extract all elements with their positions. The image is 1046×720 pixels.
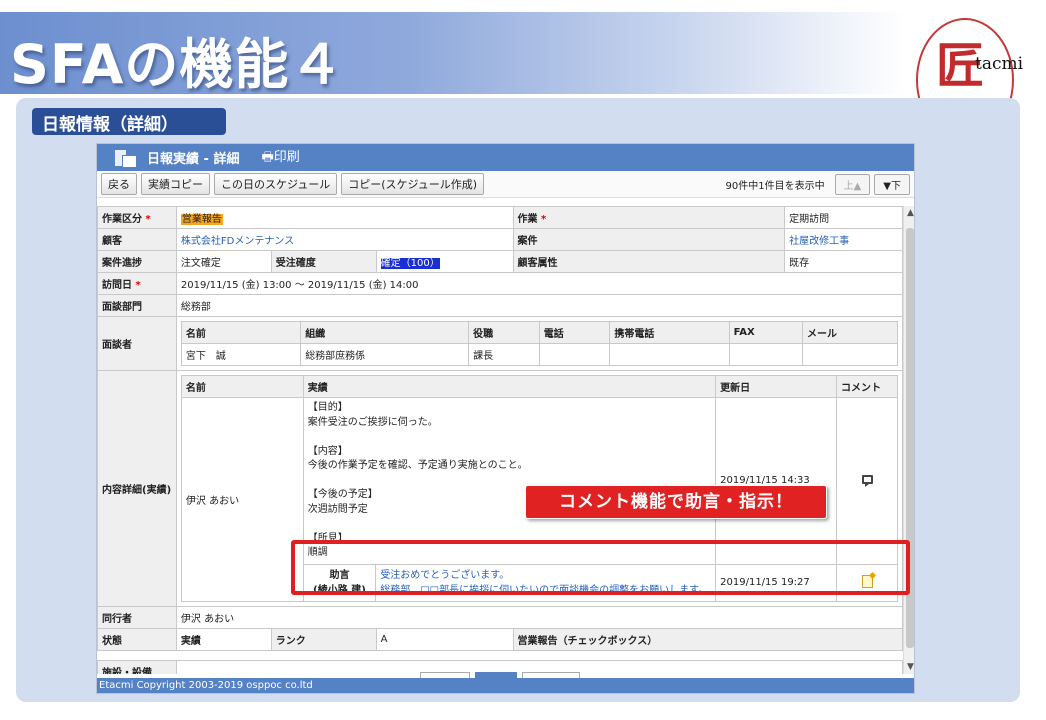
table-row: 面談者 名前 組織 役職 電話 携帯電話 FAX メール 宮下 誠 総務部庶務係…: [97, 316, 903, 371]
reporter-name: 伊沢 あおい: [180, 397, 304, 602]
column-header: メール: [802, 321, 898, 344]
detail-content: 作業区分 * 営業報告 作業 * 定期訪問 顧客 株式会社FDメンテナンス 案件…: [97, 206, 903, 674]
scroll-up-icon[interactable]: ▲: [905, 208, 914, 218]
toolbar: 戻る 実績コピー この日のスケジュール コピー(スケジュール作成) 90件中1件…: [97, 171, 914, 198]
table-cell: [609, 343, 730, 366]
table-cell: 宮下 誠: [180, 343, 302, 366]
field-label: 営業報告（チェックボックス）: [512, 627, 903, 651]
field-label: 施設・設備: [97, 659, 177, 674]
prev-record-button[interactable]: 上▲: [834, 173, 871, 195]
table-cell: [802, 343, 898, 366]
table-row: 案件進捗 注文確定 受注確度 確定（100） 顧客属性 既存: [97, 250, 903, 273]
vertical-scrollbar[interactable]: ▲ ▼: [903, 206, 914, 674]
day-schedule-button[interactable]: この日のスケジュール: [214, 173, 338, 195]
case-link[interactable]: 社屋改修工事: [784, 228, 903, 251]
field-label: 同行者: [97, 605, 177, 629]
field-label: 案件進捗: [97, 250, 177, 273]
column-header: コメント: [836, 375, 898, 398]
field-label: 訪問日 *: [97, 272, 177, 295]
record-count: 90件中1件目を表示中: [725, 180, 825, 192]
column-header: 実績: [302, 375, 717, 398]
field-label: 案件: [512, 228, 786, 251]
work-value: 定期訪問: [784, 206, 903, 229]
window-title: 日報実績 - 詳細: [147, 152, 240, 167]
field-label: 作業 *: [512, 206, 786, 229]
column-header: 更新日: [715, 375, 838, 398]
printer-icon: 🖶: [261, 149, 274, 165]
interviewer-table: 名前 組織 役職 電話 携帯電話 FAX メール 宮下 誠 総務部庶務係 課長: [180, 321, 898, 366]
accuracy-value: 確定（100）: [375, 250, 514, 273]
rank-value: A: [375, 627, 514, 651]
advice-highlight-box: [291, 540, 910, 595]
column-header: 役職: [468, 321, 540, 344]
dept-value: 総務部: [175, 294, 903, 317]
status-value: 実績: [175, 627, 272, 651]
window-header: 日報実績 - 詳細 🖶印刷: [97, 144, 914, 171]
print-button[interactable]: 🖶印刷: [261, 146, 299, 170]
print-label: 印刷: [273, 149, 300, 165]
next-record-button[interactable]: ▼下: [874, 173, 910, 195]
detail-table: 作業区分 * 営業報告 作業 * 定期訪問 顧客 株式会社FDメンテナンス 案件…: [97, 206, 903, 674]
copy-schedule-button[interactable]: コピー(スケジュール作成): [341, 173, 485, 195]
progress-value: 注文確定: [175, 250, 272, 273]
table-cell: [538, 343, 611, 366]
column-header: 名前: [180, 375, 304, 398]
column-header: 電話: [538, 321, 611, 344]
column-header: 携帯電話: [609, 321, 730, 344]
work-type-value: 営業報告: [175, 206, 514, 229]
column-header: 名前: [180, 321, 302, 344]
attr-value: 既存: [784, 250, 903, 273]
section-label: 日報情報（詳細）: [32, 108, 226, 135]
companion-value: 伊沢 あおい: [175, 605, 903, 629]
customer-link[interactable]: 株式会社FDメンテナンス: [175, 228, 514, 251]
field-label: 面談者: [97, 316, 177, 371]
table-row: 名前 実績 更新日 コメント: [180, 375, 898, 398]
table-cell: [728, 343, 804, 366]
field-label: 顧客: [97, 228, 177, 251]
record-navigation: 90件中1件目を表示中 上▲ ▼下: [725, 173, 910, 195]
logo-latin: tacmi: [975, 54, 1024, 74]
field-label: ランク: [270, 627, 377, 651]
table-row: 訪問日 * 2019/11/15 (金) 13:00 ～ 2019/11/15 …: [97, 272, 903, 295]
field-label: 作業区分 *: [97, 206, 177, 229]
table-cell: 課長: [468, 343, 540, 366]
table-row: 同行者 伊沢 あおい: [97, 605, 903, 629]
back-button[interactable]: 戻る: [101, 173, 137, 195]
table-cell: 総務部庶務係: [300, 343, 470, 366]
table-row: 作業区分 * 営業報告 作業 * 定期訪問: [97, 206, 903, 229]
interviewer-cell: 名前 組織 役職 電話 携帯電話 FAX メール 宮下 誠 総務部庶務係 課長: [175, 316, 903, 371]
column-header: FAX: [728, 321, 804, 344]
field-label: 顧客属性: [512, 250, 786, 273]
field-label: 面談部門: [97, 294, 177, 317]
column-header: 組織: [300, 321, 470, 344]
table-row: 状態 実績 ランク A 営業報告（チェックボックス）: [97, 627, 903, 651]
app-window: 日報実績 - 詳細 🖶印刷 戻る 実績コピー この日のスケジュール コピー(スケ…: [96, 143, 915, 694]
comment-callout: コメント機能で助言・指示！: [525, 485, 827, 519]
field-label: 受注確度: [270, 250, 377, 273]
slide-title: SFAの機能４: [10, 33, 345, 96]
copyright-footer: Etacmi Copyright 2003-2019 osppoc co.ltd: [97, 678, 914, 693]
table-row: 面談部門 総務部: [97, 294, 903, 317]
documents-icon: [115, 149, 137, 168]
visit-value: 2019/11/15 (金) 13:00 ～ 2019/11/15 (金) 14…: [175, 272, 903, 295]
table-row: 宮下 誠 総務部庶務係 課長: [180, 343, 898, 366]
field-label: 内容詳細(実績): [97, 370, 177, 607]
table-row: 顧客 株式会社FDメンテナンス 案件 社屋改修工事: [97, 228, 903, 251]
scroll-down-icon[interactable]: ▼: [905, 662, 914, 672]
copy-record-button[interactable]: 実績コピー: [141, 173, 210, 195]
table-row: 名前 組織 役職 電話 携帯電話 FAX メール: [180, 321, 898, 344]
comment-icon: [861, 474, 873, 487]
field-label: 状態: [97, 627, 177, 651]
